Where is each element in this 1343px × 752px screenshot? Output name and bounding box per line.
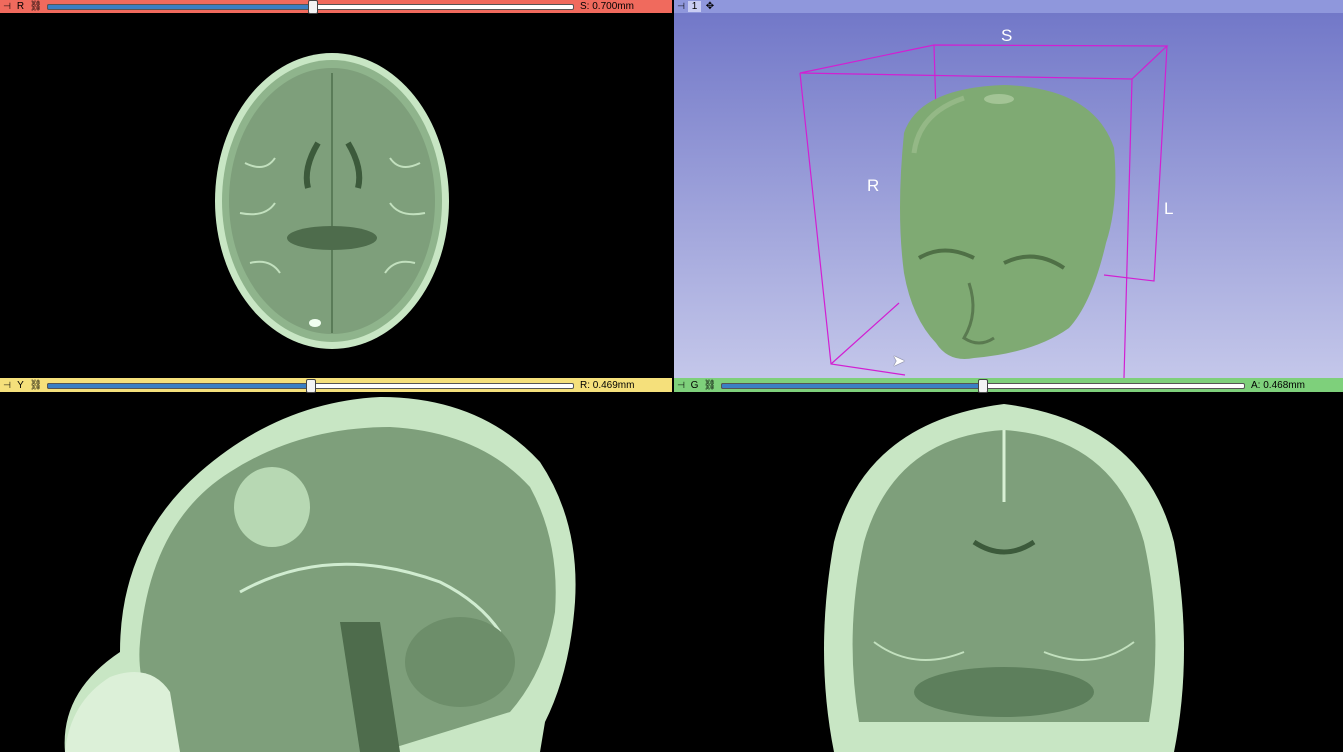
yellow-slice-offset-value: R: 0.469mm bbox=[580, 379, 635, 391]
green-slice-controller-bar: ⊣ G ⛓ A: 0.468mm bbox=[674, 378, 1343, 393]
red-slider-thumb[interactable] bbox=[308, 0, 319, 14]
link-icon[interactable]: ⛓ bbox=[29, 1, 43, 12]
green-slider-fill bbox=[721, 382, 985, 389]
pin-icon[interactable]: ⊣ bbox=[0, 379, 14, 392]
red-slider-fill bbox=[47, 4, 316, 10]
yellow-slice-view[interactable]: ⊣ Y ⛓ R: 0.469mm bbox=[0, 378, 672, 752]
yellow-slice-controller-bar: ⊣ Y ⛓ R: 0.469mm bbox=[0, 378, 672, 393]
threed-view[interactable]: ⊣ 1 ✥ S R L ➤ bbox=[674, 0, 1343, 378]
mouse-cursor-icon: ➤ bbox=[892, 353, 906, 370]
yellow-slider-fill bbox=[47, 382, 313, 389]
green-slice-offset-slider[interactable] bbox=[721, 378, 1245, 393]
coronal-image[interactable] bbox=[674, 392, 1343, 752]
red-slice-offset-slider[interactable] bbox=[47, 0, 574, 14]
red-slice-view[interactable]: ⊣ R ⛓ S: 0.700mm bbox=[0, 0, 672, 378]
red-slice-offset-value: S: 0.700mm bbox=[580, 1, 634, 12]
link-icon[interactable]: ⛓ bbox=[29, 380, 43, 391]
red-slice-controller-bar: ⊣ R ⛓ S: 0.700mm bbox=[0, 0, 672, 14]
pin-icon[interactable]: ⊣ bbox=[674, 0, 688, 13]
green-slice-offset-value: A: 0.468mm bbox=[1251, 379, 1305, 391]
sagittal-face bbox=[65, 672, 180, 752]
axial-posterior-horns bbox=[287, 226, 377, 250]
axial-image[interactable] bbox=[0, 13, 672, 378]
orientation-superior-label: S bbox=[1001, 26, 1013, 45]
yellow-view-letter: Y bbox=[17, 379, 24, 391]
green-view-letter: G bbox=[690, 379, 699, 391]
orientation-left-label: L bbox=[1164, 199, 1174, 218]
threed-controller-bar: ⊣ 1 ✥ bbox=[674, 0, 1343, 13]
pin-icon[interactable]: ⊣ bbox=[0, 0, 14, 13]
pin-icon[interactable]: ⊣ bbox=[674, 379, 688, 392]
sagittal-tumor bbox=[234, 467, 310, 547]
orientation-right-label: R bbox=[867, 176, 880, 195]
sagittal-image[interactable] bbox=[0, 392, 672, 752]
center-view-icon[interactable]: ✥ bbox=[703, 1, 717, 12]
coronal-skull-base bbox=[914, 667, 1094, 717]
yellow-slider-thumb[interactable] bbox=[305, 378, 316, 393]
threed-render-area[interactable]: S R L ➤ bbox=[674, 13, 1343, 378]
green-slider-thumb[interactable] bbox=[978, 378, 988, 393]
green-slice-view[interactable]: ⊣ G ⛓ A: 0.468mm bbox=[674, 378, 1343, 752]
axial-bright-spot bbox=[309, 319, 321, 327]
red-view-letter: R bbox=[16, 1, 25, 12]
threed-view-letter: 1 bbox=[688, 1, 701, 12]
sagittal-cerebellum bbox=[405, 617, 515, 707]
head-surface bbox=[900, 85, 1116, 359]
yellow-slice-offset-slider[interactable] bbox=[47, 378, 574, 393]
link-icon[interactable]: ⛓ bbox=[703, 380, 717, 391]
